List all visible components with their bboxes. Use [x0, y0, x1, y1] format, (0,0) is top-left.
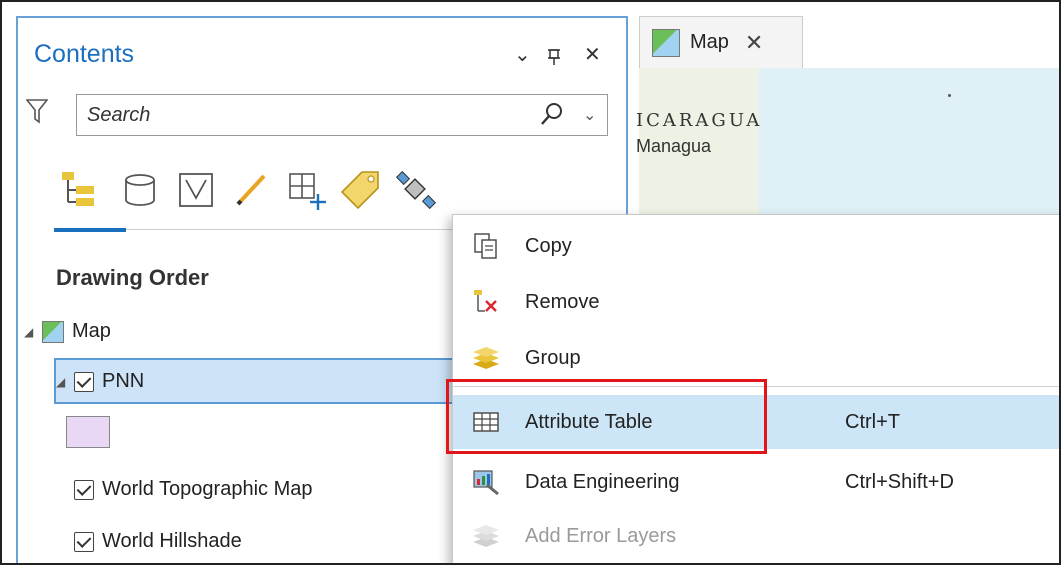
tree-item-label: World Topographic Map: [102, 478, 313, 500]
list-by-data-source-icon[interactable]: [118, 168, 162, 212]
group-layers-icon: [473, 347, 499, 369]
add-error-layers-icon: [473, 525, 499, 547]
menu-item-shortcut: Ctrl+Shift+D: [845, 470, 954, 493]
copy-icon: [474, 233, 497, 259]
menu-item-label: Data Engineering: [525, 470, 680, 493]
menu-item-label: Group: [525, 346, 581, 369]
list-by-perspective-imagery-icon[interactable]: [394, 168, 438, 212]
pane-options-chevron-icon[interactable]: ⌄: [514, 42, 531, 67]
list-by-selection-icon[interactable]: [174, 168, 218, 212]
tree-item-label: Map: [72, 320, 111, 342]
close-icon[interactable]: ✕: [745, 30, 763, 56]
remove-layer-icon: [474, 290, 497, 312]
menu-item-group[interactable]: Group: [453, 331, 1059, 385]
map-icon: [42, 320, 64, 343]
layer-context-menu: Copy Remove Group Attribute Table Ctrl+T…: [452, 214, 1059, 563]
menu-item-label: Attribute Table: [525, 410, 653, 433]
active-view-indicator: [54, 228, 126, 232]
close-pane-icon[interactable]: ✕: [584, 42, 601, 67]
search-icon[interactable]: [539, 101, 565, 129]
map-label-country: ICARAGUA: [636, 110, 763, 131]
map-point: [948, 94, 951, 97]
tree-item-label: PNN: [102, 370, 145, 392]
list-by-editing-icon[interactable]: [230, 168, 274, 212]
attribute-table-icon: [473, 412, 499, 432]
list-by-snapping-icon[interactable]: [284, 168, 328, 212]
pane-title: Contents: [34, 40, 135, 68]
menu-item-label: Copy: [525, 234, 572, 257]
filter-icon[interactable]: [26, 98, 48, 124]
data-engineering-icon: [473, 470, 499, 496]
tree-item-map[interactable]: ◢ Map: [24, 320, 111, 343]
pin-icon[interactable]: [546, 46, 562, 66]
list-by-drawing-order-icon[interactable]: [58, 168, 102, 212]
search-field[interactable]: ⌄: [76, 94, 608, 136]
menu-separator: [453, 386, 1059, 387]
tree-item-pnn[interactable]: ◢ PNN: [56, 370, 144, 393]
screenshot-frame: ICARAGUA Managua Map ✕ Contents ⌄ ✕ ⌄: [0, 0, 1061, 565]
menu-item-remove[interactable]: Remove: [453, 275, 1059, 329]
menu-item-shortcut: Ctrl+T: [845, 410, 900, 433]
layer-symbol-swatch[interactable]: [66, 416, 110, 448]
layer-visibility-checkbox[interactable]: [74, 531, 94, 552]
tab-map[interactable]: Map ✕: [639, 16, 803, 68]
menu-item-attribute-table[interactable]: Attribute Table Ctrl+T: [453, 395, 1059, 449]
menu-item-add-error-layers: Add Error Layers: [453, 509, 1059, 563]
section-heading: Drawing Order: [56, 265, 209, 290]
menu-item-copy[interactable]: Copy: [453, 219, 1059, 273]
search-options-chevron-icon[interactable]: ⌄: [583, 105, 596, 125]
map-label-city: Managua: [636, 136, 712, 156]
menu-item-label: Add Error Layers: [525, 524, 677, 547]
expand-triangle-icon[interactable]: ◢: [24, 325, 42, 339]
map-tab-label: Map: [690, 31, 729, 53]
expand-triangle-icon[interactable]: ◢: [56, 375, 74, 389]
map-icon: [652, 28, 680, 57]
search-input[interactable]: [87, 102, 507, 128]
menu-item-label: Remove: [525, 290, 600, 313]
tree-item-label: World Hillshade: [102, 530, 242, 552]
tree-item-world-hillshade[interactable]: World Hillshade: [74, 530, 242, 553]
list-by-labeling-icon[interactable]: [338, 168, 382, 212]
menu-item-data-engineering[interactable]: Data Engineering Ctrl+Shift+D: [453, 455, 1059, 509]
layer-visibility-checkbox[interactable]: [74, 479, 94, 500]
layer-visibility-checkbox[interactable]: [74, 371, 94, 392]
tree-item-world-topographic-map[interactable]: World Topographic Map: [74, 478, 313, 501]
